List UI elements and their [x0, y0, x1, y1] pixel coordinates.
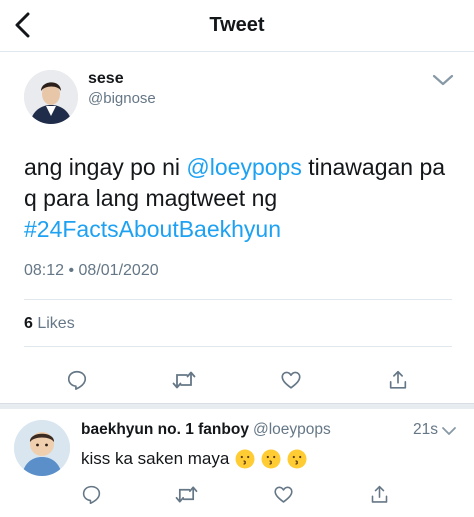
- chevron-down-icon: [432, 74, 454, 86]
- more-options-button[interactable]: [431, 72, 455, 88]
- author-name[interactable]: sese: [88, 70, 124, 88]
- section-divider: [0, 403, 474, 409]
- kissing-emoji-icon: [287, 449, 307, 469]
- reply-icon: [67, 370, 87, 390]
- tweet-timestamp: 08:12 • 08/01/2020: [24, 262, 159, 279]
- reply-text: kiss ka saken maya: [81, 449, 307, 469]
- chevron-down-icon: [442, 427, 456, 435]
- like-icon: [281, 371, 301, 389]
- reply-time: 21s: [413, 421, 438, 438]
- reply-author-handle: @loeypops: [252, 421, 331, 438]
- divider: [24, 346, 452, 347]
- reply-reply-button[interactable]: [77, 480, 105, 508]
- avatar[interactable]: [24, 70, 78, 124]
- reply-like-button[interactable]: [269, 480, 297, 508]
- mention-link[interactable]: @loeypops: [186, 154, 301, 180]
- share-button[interactable]: [384, 366, 412, 394]
- kissing-emoji-icon: [235, 449, 255, 469]
- reply-share-button[interactable]: [365, 480, 393, 508]
- hashtag-link[interactable]: #24FactsAboutBaekhyun: [24, 216, 281, 242]
- kissing-emoji-icon: [261, 449, 281, 469]
- like-button[interactable]: [277, 366, 305, 394]
- share-icon: [371, 485, 387, 503]
- tweet-text: ang ingay po ni @loeypops tinawagan pa q…: [24, 152, 454, 245]
- reply-author-name: baekhyun no. 1 fanboy: [81, 421, 249, 438]
- like-icon: [273, 486, 293, 503]
- likes-label: Likes: [32, 315, 75, 332]
- retweet-icon: [172, 371, 196, 389]
- likes-number: 6: [24, 315, 33, 332]
- retweet-button[interactable]: [170, 366, 198, 394]
- top-bar: Tweet: [0, 0, 474, 52]
- author-handle[interactable]: @bignose: [88, 90, 156, 107]
- likes-count[interactable]: 6 Likes: [24, 315, 75, 333]
- reply-button[interactable]: [63, 366, 91, 394]
- reply-author[interactable]: baekhyun no. 1 fanboy @loeypops: [81, 421, 331, 439]
- reply-icon: [82, 485, 100, 504]
- reply-more-button[interactable]: [441, 424, 457, 436]
- retweet-icon: [175, 485, 197, 503]
- share-icon: [389, 370, 407, 389]
- reply-text-content: kiss ka saken maya: [81, 449, 230, 468]
- avatar[interactable]: [14, 420, 70, 476]
- divider: [24, 299, 452, 300]
- tweet-text-part: ang ingay po ni: [24, 154, 187, 180]
- reply-retweet-button[interactable]: [172, 480, 200, 508]
- page-title: Tweet: [209, 14, 265, 36]
